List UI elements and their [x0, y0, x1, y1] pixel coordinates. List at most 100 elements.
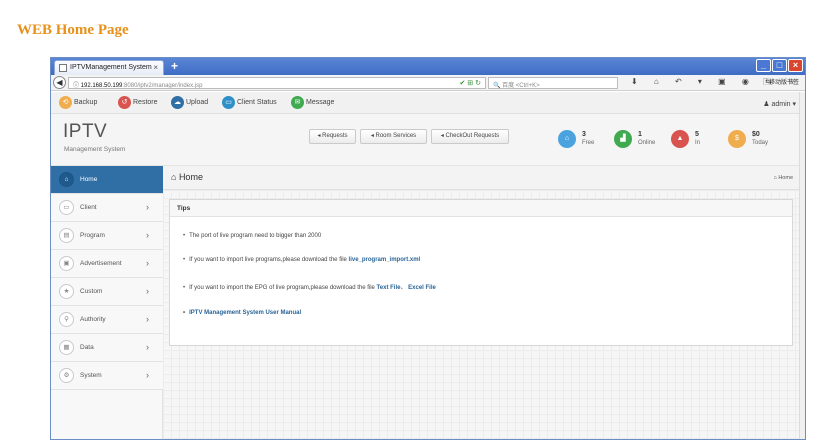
browser-window: IPTVManagement System × + _ □ × ◀ ⓘ 192.… — [50, 57, 806, 440]
tip-port-text: The port of live program need to bigger … — [189, 233, 322, 239]
restore-button[interactable]: ↺ Restore — [118, 96, 158, 109]
tips-panel: Tips • The port of live program need to b… — [169, 199, 793, 346]
search-icon: 🔍 — [493, 83, 503, 89]
chevron-right-icon: › — [146, 258, 149, 268]
sidebar-item-authority[interactable]: ⚲ Authority › — [51, 306, 163, 334]
download-programs-link[interactable]: live_program_import.xml — [349, 257, 421, 263]
bullet-icon: • — [183, 257, 186, 263]
url-bar[interactable]: ⓘ 192.168.50.199:8080/iptv2/manager/inde… — [68, 77, 486, 89]
stat-in-label: In — [695, 140, 701, 146]
sidebar-item-custom[interactable]: ★ Custom › — [51, 278, 163, 306]
bullet-icon: • — [183, 310, 186, 316]
sidebar-item-data[interactable]: ▦ Data › — [51, 334, 163, 362]
signal-icon: ▟ — [614, 130, 632, 148]
upload-button[interactable]: ☁ Upload — [171, 96, 208, 109]
sidebar-item-label: Custom — [80, 288, 103, 295]
stat-today-label: Today — [752, 140, 769, 146]
logo: IPTV — [63, 121, 108, 142]
stat-free: ⌂ 3 Free — [558, 130, 603, 150]
checkout-requests-label: CheckOut Requests — [445, 133, 500, 139]
sidebar-item-system[interactable]: ⚙ System › — [51, 362, 163, 390]
breadcrumb-home: Home — [778, 175, 793, 181]
app-topbar: ⟲ Backup ↺ Restore ☁ Upload ▭ Client Sta… — [51, 92, 805, 114]
reload-icon[interactable]: ✔ ⊞ ↻ — [460, 79, 482, 87]
room-services-label: Room Services — [375, 133, 417, 139]
stat-free-value: 3 — [582, 131, 586, 138]
room-services-button[interactable]: ◂ Room Services — [360, 129, 427, 144]
browser-navbar: ◀ ⓘ 192.168.50.199:8080/iptv2/manager/in… — [51, 75, 805, 91]
tip-manual: • IPTV Management System User Manual — [183, 310, 301, 316]
upload-icon: ☁ — [171, 96, 184, 109]
download-excel-file-link[interactable]: Excel File — [408, 285, 436, 291]
page-title-text: Home — [178, 172, 203, 182]
bookmarks-label: 移动版书签 — [768, 80, 799, 86]
back-arrow-icon[interactable]: ◀ — [53, 76, 66, 89]
image-icon: ▣ — [59, 256, 74, 271]
money-icon: $ — [728, 130, 746, 148]
app-body: ⟲ Backup ↺ Restore ☁ Upload ▭ Client Sta… — [51, 92, 805, 439]
browser-tab[interactable]: IPTVManagement System × — [54, 60, 164, 75]
tab-title: IPTVManagement System — [70, 64, 152, 71]
new-tab-button[interactable]: + — [171, 59, 178, 73]
tab-close-icon[interactable]: × — [153, 63, 158, 72]
breadcrumb-bar: ⌂ Home ⌂ Home — [163, 166, 805, 190]
search-placeholder: 百度 <Ctrl+K> — [502, 83, 540, 89]
sidebar-item-advertisement[interactable]: ▣ Advertisement › — [51, 250, 163, 278]
stat-online-label: Online — [638, 140, 656, 146]
chart-icon: ▦ — [59, 340, 74, 355]
sidebar-item-client[interactable]: ▭ Client › — [51, 194, 163, 222]
requests-button[interactable]: ◂ Requests — [309, 129, 356, 144]
page-title: ⌂ Home — [171, 172, 203, 182]
url-host: 192.168.50.199 — [80, 83, 123, 89]
sidebar: ⌂ Home ▭ Client › ▤ Program › ▣ Advertis… — [51, 166, 163, 439]
chevron-right-icon: › — [146, 202, 149, 212]
message-button[interactable]: ✉ Message — [291, 96, 334, 109]
logo-subtitle: Management System — [64, 146, 126, 153]
search-input[interactable]: 🔍 百度 <Ctrl+K> — [488, 77, 618, 89]
home-icon: ⌂ — [59, 172, 74, 187]
caret-down-icon: ▾ — [790, 101, 796, 108]
stat-in: ▲ 5 In — [671, 130, 716, 150]
sidebar-item-label: Client — [80, 204, 97, 211]
sidebar-item-program[interactable]: ▤ Program › — [51, 222, 163, 250]
info-icon: ⓘ — [73, 83, 81, 89]
stat-today-value: $0 — [752, 131, 760, 138]
browser-titlebar: IPTVManagement System × + _ □ × — [51, 58, 805, 75]
sidebar-item-label: Data — [80, 344, 94, 351]
tip-port: • The port of live program need to bigger… — [183, 233, 321, 239]
admin-menu[interactable]: ♟ admin ▾ — [763, 100, 796, 108]
link-separator: 、 — [400, 285, 407, 291]
gear-icon: ⚙ — [59, 368, 74, 383]
page-scrollbar[interactable] — [799, 92, 805, 439]
star-icon: ★ — [59, 284, 74, 299]
sidebar-item-label: Authority — [80, 316, 106, 323]
chevron-right-icon: › — [146, 314, 149, 324]
download-text-file-link[interactable]: Text File — [377, 285, 401, 291]
bullet-icon: • — [183, 233, 186, 239]
backup-icon: ⟲ — [59, 96, 72, 109]
sidebar-item-home[interactable]: ⌂ Home — [51, 166, 163, 194]
user-manual-link[interactable]: IPTV Management System User Manual — [189, 310, 301, 316]
lock-icon: ▲ — [671, 130, 689, 148]
chevron-right-icon: › — [146, 342, 149, 352]
message-icon: ✉ — [291, 96, 304, 109]
app-header: IPTV Management System ◂ Requests ◂ Room… — [51, 114, 805, 166]
home-icon: ⌂ — [558, 130, 576, 148]
client-status-button[interactable]: ▭ Client Status — [222, 96, 277, 109]
minimize-button[interactable]: _ — [756, 59, 771, 72]
page-heading: WEB Home Page — [17, 22, 129, 38]
bookmarks-link[interactable]: ▢移动版书签 — [763, 77, 799, 86]
backup-button[interactable]: ⟲ Backup — [59, 96, 97, 109]
chevron-right-icon: › — [146, 230, 149, 240]
breadcrumb[interactable]: ⌂ Home — [773, 175, 793, 181]
tips-panel-title: Tips — [170, 200, 792, 217]
sidebar-item-label: Advertisement — [80, 260, 122, 267]
bullet-icon: • — [183, 285, 186, 291]
message-label: Message — [306, 99, 335, 106]
maximize-button[interactable]: □ — [772, 59, 787, 72]
monitor-icon: ▭ — [59, 200, 74, 215]
checkout-requests-button[interactable]: ◂ CheckOut Requests — [431, 129, 509, 144]
close-window-button[interactable]: × — [788, 59, 803, 72]
tip-import-epg: • If you want to import the EPG of live p… — [183, 282, 436, 291]
restore-label: Restore — [133, 99, 158, 106]
